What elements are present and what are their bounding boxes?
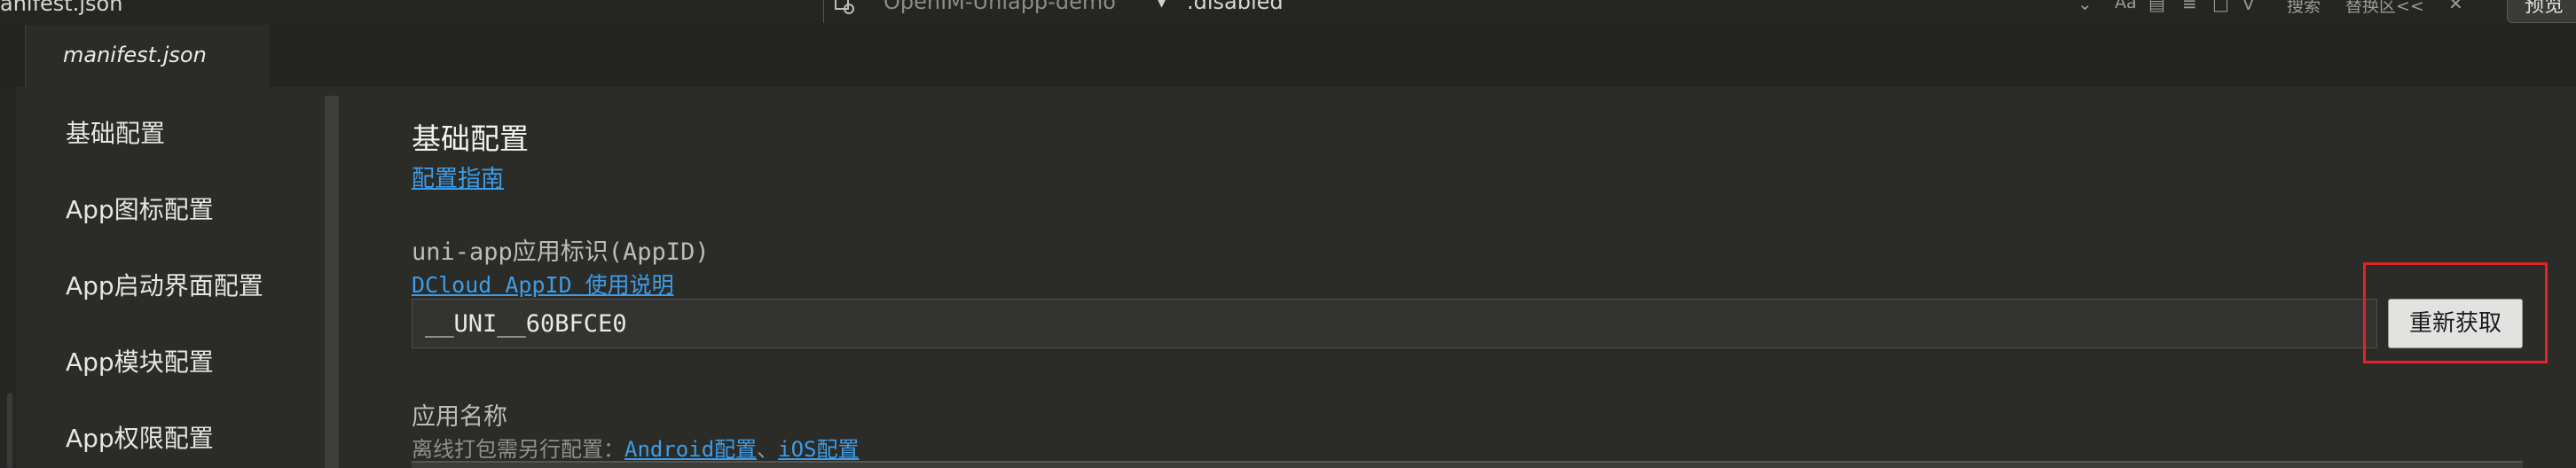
ios-config-link[interactable]: iOS配置 [778,437,859,462]
search-filter-input[interactable]: .disabled [1187,0,1284,14]
appid-input[interactable] [412,299,2377,348]
highlight-annotation [2363,262,2548,363]
android-config-link[interactable]: Android配置 [624,437,757,462]
tab-manifest[interactable]: manifest.json [25,25,270,87]
regex-icon[interactable]: ≡ [2182,0,2197,14]
match-case-toggle[interactable]: Aa [2115,0,2137,12]
project-search-icon[interactable] [834,0,857,18]
top-toolbar: anifest.json OpenIM-Uniapp-demo ▾ .disab… [0,0,2576,25]
appname-label: 应用名称 [412,403,507,431]
chevron-down-icon[interactable]: ⌄ [2077,0,2093,14]
window-file-title: anifest.json [0,0,123,16]
chevron-down-icon[interactable]: ▾ [1157,0,1166,13]
offline-config-hint: 离线打包需另行配置：Android配置、iOS配置 [412,432,860,463]
sidebar-item-splash[interactable]: App启动界面配置 [66,267,263,302]
hint-text: 离线打包需另行配置： [412,437,624,462]
sidebar-item-modules[interactable]: App模块配置 [66,343,214,378]
close-icon[interactable]: ✕ [2448,0,2463,14]
appid-label: uni-app应用标识(AppID) [412,238,710,266]
sidebar-scrollbar[interactable] [325,96,339,468]
search-button[interactable]: 搜索 [2287,0,2321,17]
appname-input[interactable] [412,461,2523,468]
section-title: 基础配置 [412,121,529,156]
tab-label: manifest.json [63,43,207,67]
left-gutter [0,87,16,468]
filter-icon[interactable]: ∇ [2242,0,2254,14]
gutter-scrollbar-thumb[interactable] [7,393,12,468]
editor-tab-bar: manifest.json [0,25,2576,87]
replace-toggle-button[interactable]: 替换区<< [2345,0,2424,17]
preview-button[interactable]: 预览 [2507,0,2576,23]
sidebar-item-basic[interactable]: 基础配置 [66,114,165,150]
config-guide-link[interactable]: 配置指南 [412,160,504,193]
project-selector[interactable]: OpenIM-Uniapp-demo [884,0,1116,14]
hint-separator: 、 [757,437,779,462]
sidebar-item-app-icon[interactable]: App图标配置 [66,191,214,226]
selection-icon[interactable]: □ [2212,0,2229,14]
toolbar-divider [823,0,824,23]
whole-word-icon[interactable]: ▤ [2148,0,2165,14]
appid-help-link[interactable]: DCloud AppID 使用说明 [412,268,674,300]
sidebar-item-permissions[interactable]: App权限配置 [66,419,214,455]
